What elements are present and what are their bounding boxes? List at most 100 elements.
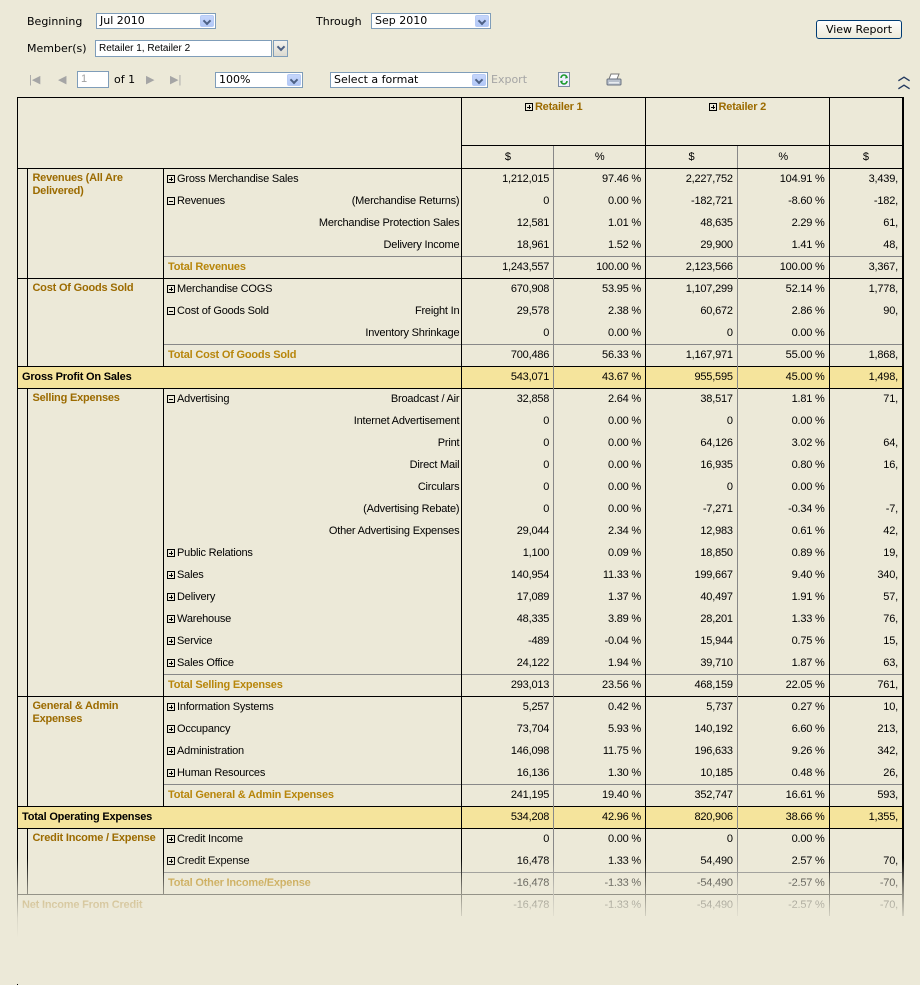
value-cell: -1.33 % bbox=[553, 893, 646, 916]
chevron-down-icon[interactable] bbox=[200, 15, 214, 27]
row-label-cell[interactable]: Sales bbox=[164, 564, 462, 586]
chevron-down-icon[interactable] bbox=[287, 74, 301, 86]
value-cell: 52.14 % bbox=[736, 277, 830, 300]
first-page-icon[interactable]: |◀ bbox=[29, 74, 41, 86]
value-cell: 32,858 bbox=[461, 387, 554, 410]
expand-icon[interactable] bbox=[167, 285, 176, 294]
row-label-cell[interactable]: Revenues (Merchandise Returns) bbox=[164, 190, 462, 212]
value-cell: 28,201 bbox=[645, 608, 738, 630]
print-icon[interactable] bbox=[606, 73, 622, 87]
refresh-icon[interactable] bbox=[558, 72, 570, 87]
table-row: Revenues (All Are Delivered) Gross Mercha… bbox=[18, 167, 904, 278]
page-number-input[interactable]: 1 bbox=[77, 71, 109, 88]
value-cell: 761, bbox=[828, 673, 904, 696]
value-cell: 340, bbox=[828, 564, 904, 586]
row-label-cell[interactable]: Advertising Broadcast / Air bbox=[163, 387, 462, 410]
expand-icon[interactable] bbox=[167, 768, 176, 777]
chevron-down-icon[interactable] bbox=[475, 15, 489, 27]
expand-icon[interactable] bbox=[167, 175, 176, 184]
value-cell: -70, bbox=[828, 871, 904, 894]
expand-icon[interactable] bbox=[167, 747, 176, 755]
view-report-button[interactable]: View Report bbox=[816, 20, 902, 39]
row-label-cell[interactable]: Sales Office bbox=[164, 652, 462, 674]
value-cell: 1,167,971 bbox=[645, 343, 738, 366]
row-label-cell[interactable]: Warehouse bbox=[164, 608, 462, 630]
section-title: Cost Of Goods Sold bbox=[27, 277, 165, 366]
value-cell: 1.33 % bbox=[553, 850, 646, 872]
expand-icon[interactable] bbox=[167, 593, 176, 601]
column-header-member[interactable] bbox=[828, 98, 904, 145]
row-label-cell[interactable]: Occupancy bbox=[164, 718, 462, 740]
row-label-cell[interactable]: Human Resources bbox=[164, 762, 462, 784]
row-label-cell[interactable]: Merchandise COGS bbox=[163, 277, 462, 300]
row-label-cell[interactable]: Credit Income bbox=[163, 827, 462, 850]
beginning-select[interactable]: Jul 2010 bbox=[96, 13, 216, 29]
collapse-icon[interactable] bbox=[167, 197, 176, 205]
row-label-cell[interactable]: Information Systems bbox=[163, 695, 462, 718]
summary-row: Net Income From Credit -16,478 -1.33 % -54,… bbox=[18, 893, 904, 916]
value-cell: 9.40 % bbox=[736, 564, 830, 586]
unit-header: % bbox=[736, 144, 830, 169]
value-cell: 42, bbox=[828, 520, 904, 542]
export-format-select[interactable]: Select a format bbox=[330, 72, 488, 88]
collapse-icon[interactable] bbox=[167, 307, 176, 315]
expand-icon[interactable] bbox=[167, 549, 176, 557]
row-label: Occupancy bbox=[177, 723, 231, 735]
expand-icon[interactable] bbox=[167, 615, 176, 623]
value-cell: 29,044 bbox=[461, 520, 554, 542]
collapse-icon[interactable] bbox=[167, 395, 176, 404]
expand-icon[interactable] bbox=[708, 103, 717, 111]
section-title: General & Admin Expenses bbox=[27, 695, 165, 806]
value-cell: 1,498, bbox=[828, 365, 904, 388]
expand-icon[interactable] bbox=[167, 658, 176, 667]
members-field[interactable]: Retailer 1, Retailer 2 bbox=[95, 40, 272, 57]
row-label: Advertising bbox=[177, 393, 230, 406]
zoom-select[interactable]: 100% bbox=[215, 72, 303, 88]
total-label: Total Cost Of Goods Sold bbox=[163, 343, 462, 366]
expand-icon[interactable] bbox=[167, 637, 176, 645]
expand-icon[interactable] bbox=[167, 703, 176, 712]
expand-icon[interactable] bbox=[524, 103, 533, 111]
row-label-cell[interactable]: Public Relations bbox=[164, 542, 462, 564]
value-cell: 64,126 bbox=[645, 432, 738, 454]
header-corner bbox=[18, 98, 462, 169]
expand-icon[interactable] bbox=[167, 856, 176, 865]
expand-icon[interactable] bbox=[167, 571, 176, 579]
value-cell: 54,490 bbox=[645, 850, 738, 872]
value-cell: 196,633 bbox=[645, 740, 738, 762]
value-cell: 5,257 bbox=[461, 695, 554, 718]
value-cell: 0 bbox=[645, 476, 738, 498]
value-cell: 534,208 bbox=[461, 805, 554, 828]
member-name: Retailer 1 bbox=[534, 101, 583, 113]
row-label-cell[interactable]: Service bbox=[164, 630, 462, 652]
row-label-cell[interactable]: Credit Expense bbox=[164, 850, 462, 872]
expand-icon[interactable] bbox=[167, 835, 176, 844]
row-label-cell[interactable]: Gross Merchandise Sales bbox=[163, 167, 462, 190]
row-label-cell[interactable]: Cost of Goods Sold Freight In bbox=[164, 300, 462, 322]
prev-page-icon[interactable]: ◀ bbox=[58, 74, 70, 86]
row-sublabel: Circulars bbox=[417, 481, 460, 493]
value-cell: -16,478 bbox=[461, 893, 554, 916]
value-cell: 0.09 % bbox=[553, 542, 646, 564]
value-cell: 9.26 % bbox=[736, 740, 830, 762]
value-cell: 48,635 bbox=[645, 212, 738, 234]
format-value: Select a format bbox=[334, 73, 419, 86]
value-cell: 2.38 % bbox=[553, 300, 646, 322]
through-select[interactable]: Sep 2010 bbox=[371, 13, 491, 29]
column-header-member[interactable]: Retailer 1 bbox=[461, 98, 646, 145]
collapse-icon[interactable]: ︿ ︿ bbox=[898, 70, 910, 90]
export-link[interactable]: Export bbox=[491, 73, 527, 86]
chevron-down-icon[interactable] bbox=[472, 74, 486, 86]
value-cell: 342, bbox=[828, 740, 904, 762]
through-label: Through bbox=[316, 15, 362, 28]
expand-icon[interactable] bbox=[167, 725, 176, 733]
value-cell: 0 bbox=[461, 410, 554, 432]
last-page-icon[interactable]: ▶| bbox=[170, 74, 182, 86]
row-label-cell[interactable]: Delivery bbox=[164, 586, 462, 608]
members-dropdown-button[interactable] bbox=[273, 40, 288, 57]
next-page-icon[interactable]: ▶ bbox=[146, 74, 158, 86]
row-label-cell[interactable]: Administration bbox=[164, 740, 462, 762]
value-cell: 17,089 bbox=[461, 586, 554, 608]
column-header-member[interactable]: Retailer 2 bbox=[645, 98, 830, 145]
row-label: Merchandise COGS bbox=[177, 283, 273, 296]
